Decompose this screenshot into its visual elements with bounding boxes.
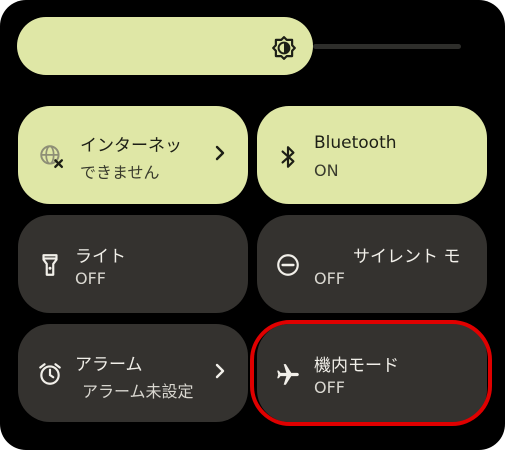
chevron-right-icon bbox=[215, 145, 225, 161]
tile-internet[interactable]: インターネッ できません bbox=[18, 106, 248, 204]
brightness-icon bbox=[272, 36, 296, 60]
tile-internet-title: インターネッ bbox=[80, 136, 182, 156]
quick-settings-panel: インターネッ できません Bluetooth ON ライト OFF サイレント … bbox=[0, 0, 505, 450]
brightness-slider-track[interactable] bbox=[313, 44, 461, 49]
tile-alarm-title: アラーム bbox=[75, 355, 143, 375]
tile-bluetooth[interactable]: Bluetooth ON bbox=[257, 106, 487, 204]
bluetooth-icon bbox=[281, 146, 295, 168]
internet-no-connection-icon bbox=[40, 145, 64, 169]
airplane-icon bbox=[277, 364, 299, 385]
tile-flashlight-title: ライト bbox=[75, 247, 126, 267]
tile-airplane-mode-title: 機内モード bbox=[314, 356, 399, 376]
tile-do-not-disturb-title: サイレント モ bbox=[353, 247, 461, 267]
flashlight-icon bbox=[42, 254, 58, 276]
tile-do-not-disturb[interactable]: サイレント モ OFF bbox=[257, 215, 487, 313]
tile-bluetooth-subtitle: ON bbox=[314, 161, 339, 180]
tile-flashlight[interactable]: ライト OFF bbox=[18, 215, 248, 313]
tile-airplane-mode-subtitle: OFF bbox=[314, 378, 345, 397]
alarm-clock-icon bbox=[39, 363, 61, 385]
tile-do-not-disturb-subtitle: OFF bbox=[314, 269, 345, 288]
tile-alarm-subtitle: アラーム未設定 bbox=[82, 382, 194, 401]
tile-airplane-mode[interactable]: 機内モード OFF bbox=[257, 324, 487, 422]
do-not-disturb-icon bbox=[277, 254, 299, 276]
tile-flashlight-subtitle: OFF bbox=[75, 269, 106, 288]
tile-bluetooth-title: Bluetooth bbox=[314, 133, 397, 153]
tile-internet-subtitle: できません bbox=[80, 163, 160, 182]
chevron-right-icon bbox=[215, 363, 225, 379]
tile-alarm[interactable]: アラーム アラーム未設定 bbox=[18, 324, 248, 422]
brightness-slider-fill[interactable] bbox=[17, 17, 313, 75]
